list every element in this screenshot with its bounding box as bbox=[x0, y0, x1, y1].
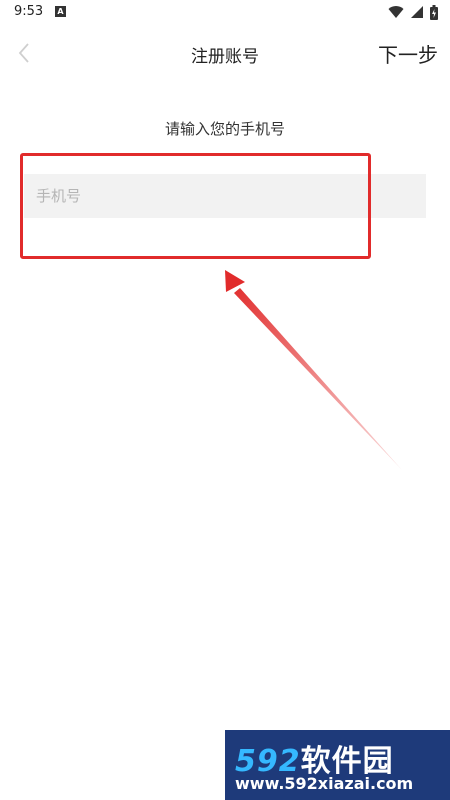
battery-icon bbox=[430, 4, 438, 20]
status-icons bbox=[388, 4, 438, 20]
status-time: 9:53 bbox=[14, 4, 44, 19]
wifi-icon bbox=[388, 6, 404, 19]
a-notification-icon: A bbox=[55, 6, 66, 17]
signal-icon bbox=[411, 6, 423, 18]
phone-prompt: 请输入您的手机号 bbox=[164, 120, 285, 138]
next-step-button[interactable]: 下一步 bbox=[378, 39, 438, 68]
phone-number-input[interactable] bbox=[24, 174, 426, 218]
watermark-url: www.592xiazai.com bbox=[235, 774, 414, 793]
status-bar: 9:53 A bbox=[0, 0, 450, 24]
app-bar: 注册账号 下一步 bbox=[0, 30, 450, 76]
watermark-logo: 592软件园 www.592xiazai.com bbox=[225, 730, 450, 800]
